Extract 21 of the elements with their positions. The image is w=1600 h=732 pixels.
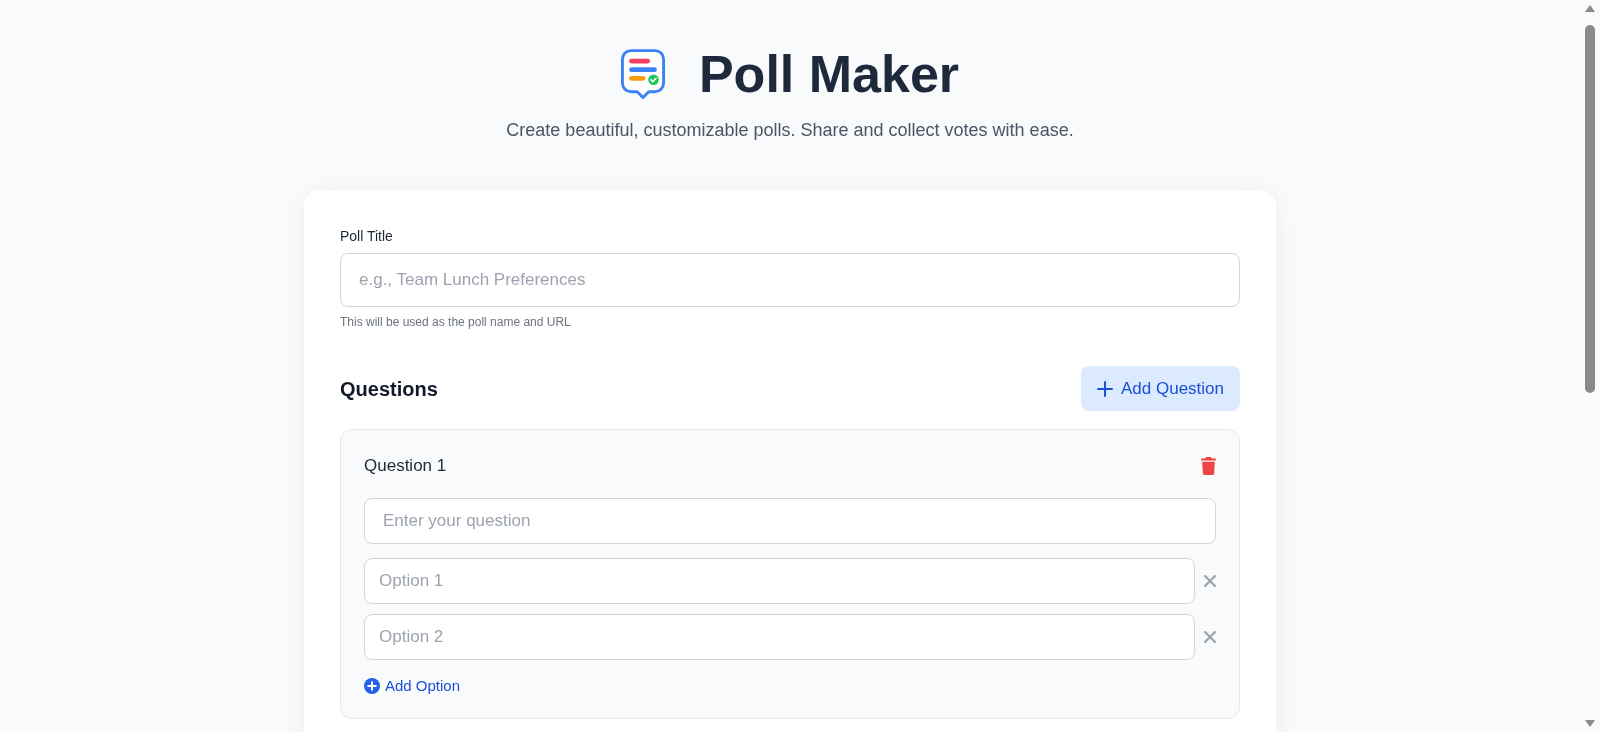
poll-chat-logo-icon bbox=[620, 49, 665, 99]
questions-heading: Questions bbox=[340, 376, 438, 402]
trash-icon[interactable] bbox=[1201, 457, 1216, 475]
close-icon[interactable] bbox=[1204, 631, 1216, 643]
question-label: Question 1 bbox=[364, 455, 447, 477]
app-subtitle: Create beautiful, customizable polls. Share and collect votes with ease. bbox=[506, 119, 1074, 142]
poll-title-label: Poll Title bbox=[340, 227, 394, 246]
plus-circle-icon bbox=[364, 678, 380, 694]
scroll-up-arrow-icon[interactable] bbox=[1585, 5, 1595, 12]
close-icon[interactable] bbox=[1204, 575, 1216, 587]
plus-icon bbox=[1097, 380, 1113, 397]
option-input[interactable]: Option 2 bbox=[364, 614, 1195, 660]
option-input[interactable]: Option 1 bbox=[364, 558, 1195, 604]
add-option-link[interactable]: Add Option bbox=[364, 676, 461, 696]
poll-title-input[interactable]: e.g., Team Lunch Preferences bbox=[340, 253, 1240, 307]
add-question-button[interactable]: Add Question bbox=[1081, 366, 1240, 411]
poll-title-hint: This will be used as the poll name and URL bbox=[340, 314, 572, 330]
app-title: Poll Maker bbox=[698, 44, 960, 104]
scrollbar-thumb[interactable] bbox=[1585, 25, 1595, 393]
question-input[interactable]: Enter your question bbox=[364, 498, 1216, 544]
scroll-down-arrow-icon[interactable] bbox=[1585, 720, 1595, 727]
